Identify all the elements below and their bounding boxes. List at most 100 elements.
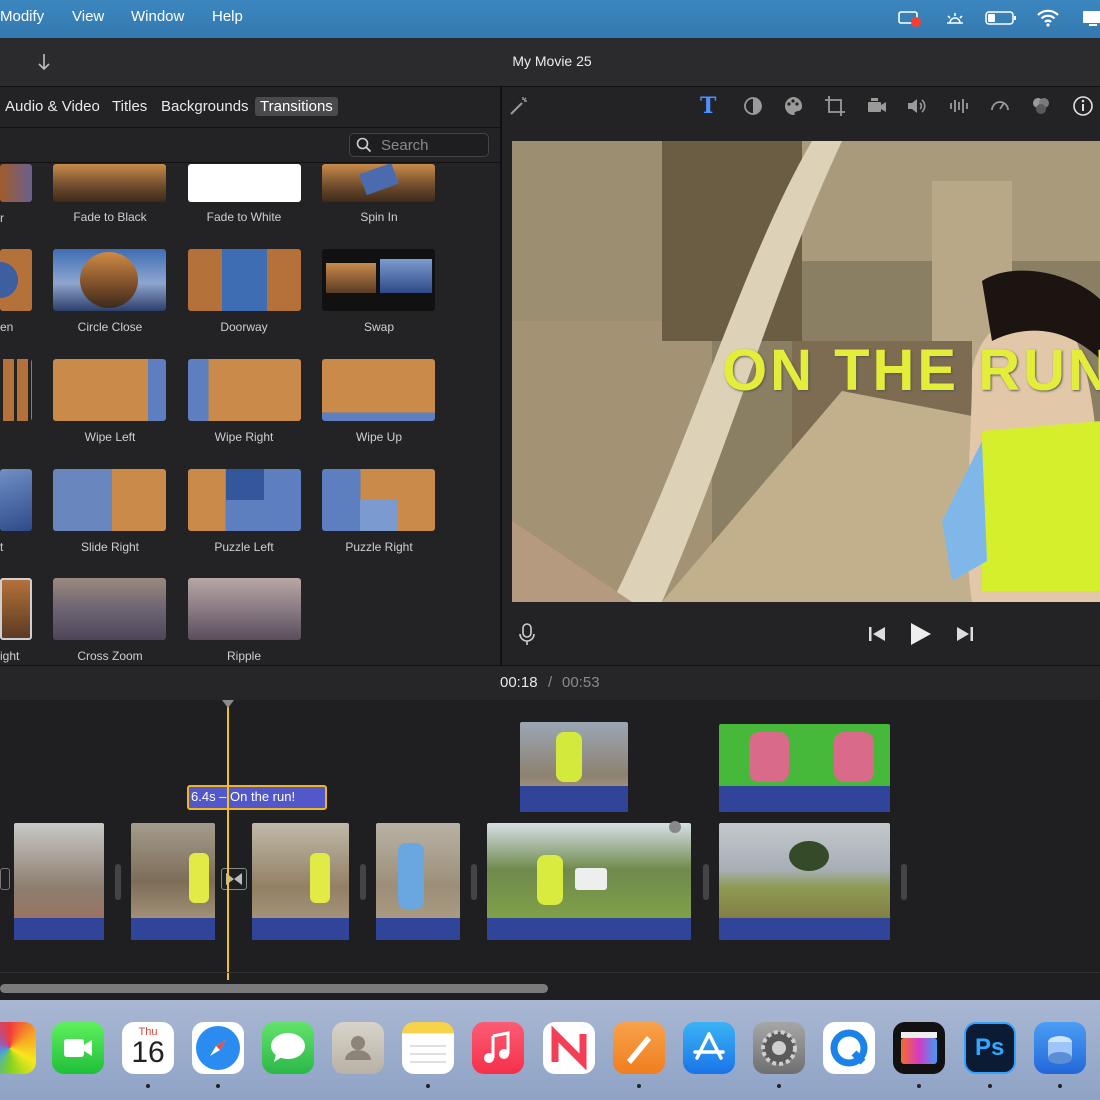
transition-thumb[interactable] — [322, 469, 435, 531]
menu-window[interactable]: Window — [131, 8, 184, 25]
crop-icon[interactable] — [824, 95, 846, 122]
transition-label: Ripple — [226, 649, 262, 663]
time-separator: / — [548, 674, 553, 691]
info-icon[interactable] — [1072, 95, 1094, 122]
search-icon — [356, 137, 372, 158]
transition-icon[interactable] — [221, 868, 247, 890]
cutaway-clip[interactable] — [520, 722, 628, 812]
menu-view[interactable]: View — [72, 8, 104, 25]
clip-gap-handle[interactable] — [115, 864, 121, 900]
wifi-icon[interactable] — [1036, 8, 1060, 33]
playhead-handle-icon[interactable] — [222, 700, 234, 708]
skip-back-icon[interactable] — [868, 625, 888, 648]
green-screen-clip[interactable] — [719, 724, 890, 812]
transition-thumb[interactable] — [188, 249, 301, 311]
photoshop-app-icon[interactable]: Ps — [964, 1022, 1016, 1074]
menu-help[interactable]: Help — [212, 8, 243, 25]
clip-gap-handle[interactable] — [471, 864, 477, 900]
transition-thumb[interactable] — [53, 164, 166, 202]
import-arrow-icon[interactable] — [36, 52, 52, 77]
transition-thumb-partial[interactable] — [0, 359, 32, 421]
play-button[interactable] — [909, 621, 933, 652]
quicktime-app-icon[interactable] — [823, 1022, 875, 1074]
safari-app-icon[interactable] — [192, 1022, 244, 1074]
transition-thumb[interactable] — [188, 359, 301, 421]
title-bar: My Movie 25 — [0, 38, 1100, 87]
transition-thumb[interactable] — [322, 164, 435, 202]
color-palette-icon[interactable] — [782, 95, 804, 122]
app-store-icon[interactable] — [683, 1022, 735, 1074]
transition-thumb-partial[interactable] — [0, 164, 32, 202]
transition-thumb-partial[interactable] — [0, 469, 32, 531]
video-clip[interactable] — [719, 823, 890, 940]
transition-marker-icon[interactable] — [0, 868, 10, 890]
playhead[interactable] — [227, 700, 229, 980]
video-clip[interactable] — [376, 823, 460, 940]
title-clip[interactable]: 6.4s – On the run! — [187, 785, 327, 810]
speed-icon[interactable] — [989, 95, 1011, 122]
browser-tabs: Audio & Video Titles Backgrounds Transit… — [0, 87, 500, 128]
transition-label-partial: r — [0, 211, 4, 225]
transition-thumb[interactable] — [188, 164, 301, 202]
messages-app-icon[interactable] — [262, 1022, 314, 1074]
video-clip[interactable] — [487, 823, 691, 940]
search-input[interactable]: Search — [349, 133, 489, 157]
video-clip[interactable] — [14, 823, 104, 940]
clip-filter-icon[interactable] — [1030, 95, 1052, 122]
volume-icon[interactable] — [906, 95, 930, 122]
skip-forward-icon[interactable] — [954, 625, 974, 648]
transition-thumb[interactable] — [53, 469, 166, 531]
clip-marker-icon[interactable] — [669, 821, 681, 833]
noise-reduction-icon[interactable] — [948, 95, 970, 122]
search-placeholder: Search — [381, 137, 429, 154]
magic-wand-icon[interactable] — [508, 95, 530, 122]
brightness-icon[interactable] — [942, 8, 968, 33]
facetime-app-icon[interactable] — [52, 1022, 104, 1074]
transition-label: Circle Close — [77, 320, 143, 334]
tab-backgrounds[interactable]: Backgrounds — [156, 97, 254, 116]
color-balance-icon[interactable] — [742, 95, 764, 122]
microphone-icon[interactable] — [519, 623, 535, 652]
contacts-app-icon[interactable] — [332, 1022, 384, 1074]
transition-thumb[interactable] — [322, 359, 435, 421]
transition-label-partial: t — [0, 540, 4, 554]
tab-titles[interactable]: Titles — [107, 97, 152, 116]
transition-thumb-partial[interactable] — [0, 249, 32, 311]
transitions-browser: Audio & Video Titles Backgrounds Transit… — [0, 87, 502, 665]
notes-app-icon[interactable] — [402, 1022, 454, 1074]
stabilization-camera-icon[interactable] — [866, 95, 888, 122]
menu-modify[interactable]: Modify — [0, 8, 44, 25]
tab-transitions[interactable]: Transitions — [255, 97, 338, 116]
photos-app-icon[interactable] — [0, 1022, 36, 1074]
screen-recording-icon[interactable] — [897, 8, 923, 33]
tab-audio-video[interactable]: Audio & Video — [0, 97, 105, 116]
battery-icon[interactable] — [985, 8, 1019, 33]
music-app-icon[interactable] — [472, 1022, 524, 1074]
transition-thumb[interactable] — [188, 469, 301, 531]
news-app-icon[interactable] — [543, 1022, 595, 1074]
title-text-icon[interactable]: T — [700, 93, 716, 119]
preview-app-icon[interactable] — [1034, 1022, 1086, 1074]
final-cut-pro-app-icon[interactable] — [893, 1022, 945, 1074]
pages-app-icon[interactable] — [613, 1022, 665, 1074]
clip-gap-handle[interactable] — [703, 864, 709, 900]
clip-gap-handle[interactable] — [360, 864, 366, 900]
video-clip[interactable] — [131, 823, 215, 940]
timeline-scrollbar[interactable] — [0, 984, 548, 993]
transition-thumb[interactable] — [188, 578, 301, 640]
timeline[interactable]: 6.4s – On the run! — [0, 700, 1100, 1000]
running-indicator — [777, 1084, 781, 1088]
video-clip[interactable] — [252, 823, 349, 940]
system-settings-icon[interactable] — [753, 1022, 805, 1074]
transition-thumb[interactable] — [53, 578, 166, 640]
dock: Thu 16 Ps — [0, 1000, 1100, 1100]
transition-thumb[interactable] — [322, 249, 435, 311]
title-overlay-text: ON THE RUN — [722, 338, 1100, 403]
clip-gap-handle[interactable] — [901, 864, 907, 900]
transition-thumb-partial[interactable] — [0, 578, 32, 640]
display-icon[interactable] — [1080, 8, 1100, 33]
transition-thumb[interactable] — [53, 249, 166, 311]
transition-label: Wipe Up — [355, 430, 402, 444]
transition-thumb[interactable] — [53, 359, 166, 421]
calendar-app-icon[interactable]: Thu 16 — [122, 1022, 174, 1074]
